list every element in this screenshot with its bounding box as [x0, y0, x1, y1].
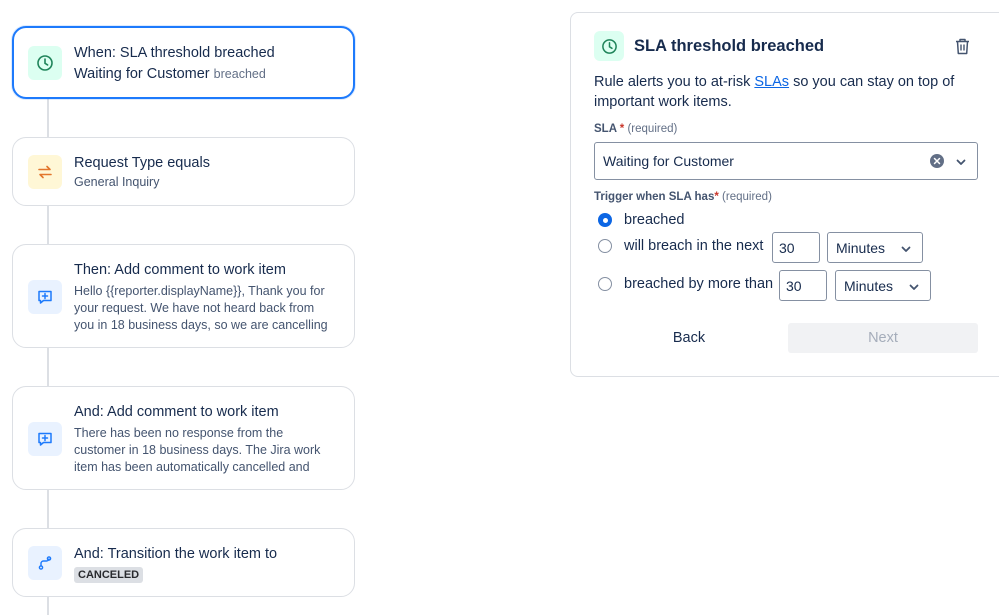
- action-body-line: customer in 18 business days. The Jira w…: [74, 443, 321, 457]
- radio-label: breached by more than: [624, 276, 774, 292]
- radio-button[interactable]: [598, 277, 612, 291]
- breached-by-unit-select[interactable]: Minutes: [835, 270, 931, 301]
- comment-add-icon: [28, 422, 62, 456]
- required-mark: *: [714, 191, 719, 203]
- clear-icon[interactable]: [930, 154, 944, 168]
- next-button[interactable]: Next: [788, 323, 978, 353]
- action-body-line: There has been no response from the: [74, 426, 284, 440]
- unit-value: Minutes: [844, 277, 894, 294]
- breached-by-amount-input[interactable]: 30: [779, 270, 827, 301]
- transition-icon: [28, 546, 62, 580]
- sla-select[interactable]: Waiting for Customer: [594, 142, 978, 180]
- radio-label: will breach in the next: [624, 238, 764, 254]
- slas-link[interactable]: SLAs: [754, 74, 789, 90]
- sla-select-value: Waiting for Customer: [603, 153, 734, 169]
- trigger-title: When: SLA threshold breached: [74, 45, 275, 61]
- connector-line: [47, 98, 49, 138]
- transition-title: And: Transition the work item to: [74, 546, 278, 562]
- unit-value: Minutes: [836, 239, 886, 256]
- will-breach-amount-input[interactable]: 30: [772, 232, 820, 263]
- action-body-line: item has been automatically cancelled an…: [74, 460, 310, 474]
- config-panel: SLA threshold breached Rule alerts you t…: [570, 12, 999, 377]
- swap-arrows-icon: [28, 155, 62, 189]
- chevron-down-icon: [900, 243, 912, 255]
- panel-description: Rule alerts you to at-risk SLAs so you c…: [594, 73, 964, 112]
- radio-button[interactable]: [598, 213, 612, 227]
- status-lozenge: CANCELED: [74, 567, 144, 583]
- back-button[interactable]: Back: [611, 323, 767, 353]
- radio-option-will-breach[interactable]: will breach in the next: [598, 238, 763, 254]
- panel-title: SLA threshold breached: [634, 36, 825, 55]
- will-breach-unit-select[interactable]: Minutes: [827, 232, 923, 263]
- action-card[interactable]: And: Add comment to work item There has …: [12, 386, 355, 490]
- connector-line: [47, 347, 49, 387]
- condition-card[interactable]: Request Type equals General Inquiry: [12, 137, 355, 206]
- action-body-line: Hello {{reporter.displayName}}, Thank yo…: [74, 284, 325, 298]
- chevron-down-icon: [908, 281, 920, 293]
- label-text: Trigger when SLA has: [594, 191, 715, 203]
- transition-card[interactable]: And: Transition the work item to CANCELE…: [12, 528, 355, 597]
- trigger-qualifier: breached: [213, 67, 266, 81]
- action-body-line: your request. We have not heard back fro…: [74, 301, 315, 315]
- chevron-down-icon[interactable]: [955, 156, 967, 168]
- connector-line: [47, 596, 49, 615]
- sla-field-label: SLA * (required): [594, 123, 677, 135]
- radio-option-breached-by[interactable]: breached by more than: [598, 276, 773, 292]
- trigger-field-label: Trigger when SLA has* (required): [594, 191, 772, 203]
- trigger-card[interactable]: When: SLA threshold breached Waiting for…: [12, 26, 355, 99]
- trigger-sla-name: Waiting for Customer: [74, 66, 210, 82]
- radio-option-breached[interactable]: breached: [598, 212, 684, 228]
- connector-line: [47, 205, 49, 245]
- comment-add-icon: [28, 280, 62, 314]
- required-text: (required): [627, 123, 678, 135]
- action-title: Then: Add comment to work item: [74, 262, 286, 278]
- radio-button[interactable]: [598, 239, 612, 253]
- radio-label: breached: [624, 212, 685, 228]
- action-body-line: you in 18 business days, so we are cance…: [74, 318, 328, 332]
- trash-icon[interactable]: [953, 37, 971, 55]
- connector-line: [47, 489, 49, 529]
- trigger-value: Waiting for Customer breached: [74, 64, 333, 85]
- clock-icon: [594, 31, 624, 61]
- condition-title: Request Type equals: [74, 155, 210, 171]
- action-card[interactable]: Then: Add comment to work item Hello {{r…: [12, 244, 355, 348]
- required-mark: *: [619, 123, 625, 135]
- action-title: And: Add comment to work item: [74, 404, 279, 420]
- clock-icon: [28, 46, 62, 80]
- description-text: Rule alerts you to at-risk: [594, 74, 755, 90]
- required-text: (required): [722, 191, 772, 203]
- label-text: SLA: [594, 123, 617, 135]
- panel-header: SLA threshold breached: [594, 31, 971, 61]
- condition-value: General Inquiry: [74, 175, 160, 189]
